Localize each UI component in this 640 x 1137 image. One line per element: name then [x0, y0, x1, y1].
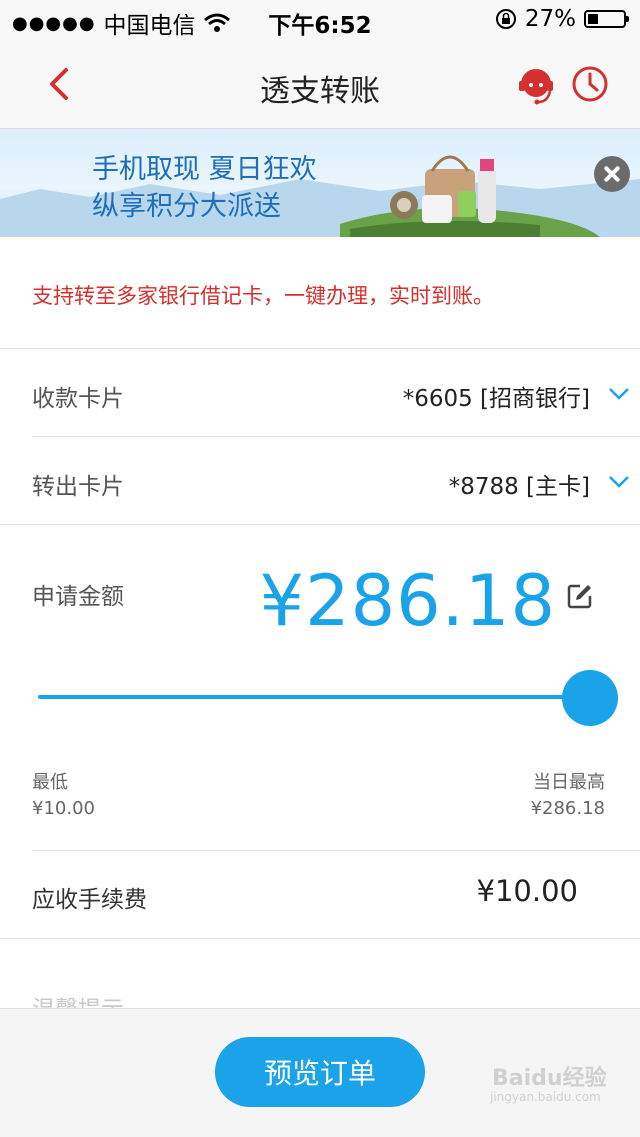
divider — [32, 436, 640, 437]
banner-close-icon[interactable] — [594, 156, 630, 192]
service-notice: 支持转至多家银行借记卡，一键办理，实时到账。 — [32, 284, 494, 308]
history-clock-icon[interactable] — [570, 64, 610, 104]
amount-value[interactable]: ¥286.18 — [260, 560, 556, 642]
edit-icon[interactable] — [566, 582, 594, 610]
customer-service-icon[interactable] — [516, 64, 556, 108]
min-value: ¥10.00 — [32, 798, 95, 819]
min-label: 最低 — [32, 772, 68, 793]
chevron-down-icon[interactable] — [608, 387, 630, 401]
chevron-down-icon[interactable] — [608, 475, 630, 489]
watermark-url: jingyan.baidu.com — [490, 1090, 601, 1104]
banner-line-2: 纵享积分大派送 — [92, 191, 281, 222]
amount-label: 申请金额 — [32, 584, 124, 610]
max-value: ¥286.18 — [530, 798, 605, 819]
fee-value: ¥10.00 — [476, 874, 578, 908]
status-right: 27% — [495, 6, 629, 32]
battery-icon — [584, 10, 629, 28]
receive-card-value: *6605 [招商银行] — [402, 386, 590, 412]
divider — [0, 348, 640, 349]
watermark-logo: Baidu经验 — [492, 1066, 607, 1091]
promo-banner[interactable]: 手机取现 夏日狂欢 纵享积分大派送 — [0, 129, 640, 237]
battery-percent: 27% — [524, 6, 576, 32]
amount-slider-track[interactable] — [38, 695, 578, 699]
receive-card-label: 收款卡片 — [32, 386, 124, 412]
divider — [0, 938, 640, 939]
outgoing-card-value: *8788 [主卡] — [448, 474, 590, 500]
divider — [32, 850, 640, 851]
status-bar: ●●●●● 中国电信 下午6:52 27% — [0, 0, 640, 40]
divider — [0, 524, 640, 525]
preview-order-button[interactable]: 预览订单 — [215, 1037, 425, 1107]
outgoing-card-label: 转出卡片 — [32, 474, 124, 500]
max-label: 当日最高 — [533, 772, 605, 793]
amount-slider-thumb[interactable] — [562, 670, 618, 726]
rotation-lock-icon — [495, 9, 516, 29]
fee-label: 应收手续费 — [32, 887, 147, 913]
nav-bar: 透支转账 — [0, 40, 640, 129]
banner-line-1: 手机取现 夏日狂欢 — [92, 154, 317, 185]
